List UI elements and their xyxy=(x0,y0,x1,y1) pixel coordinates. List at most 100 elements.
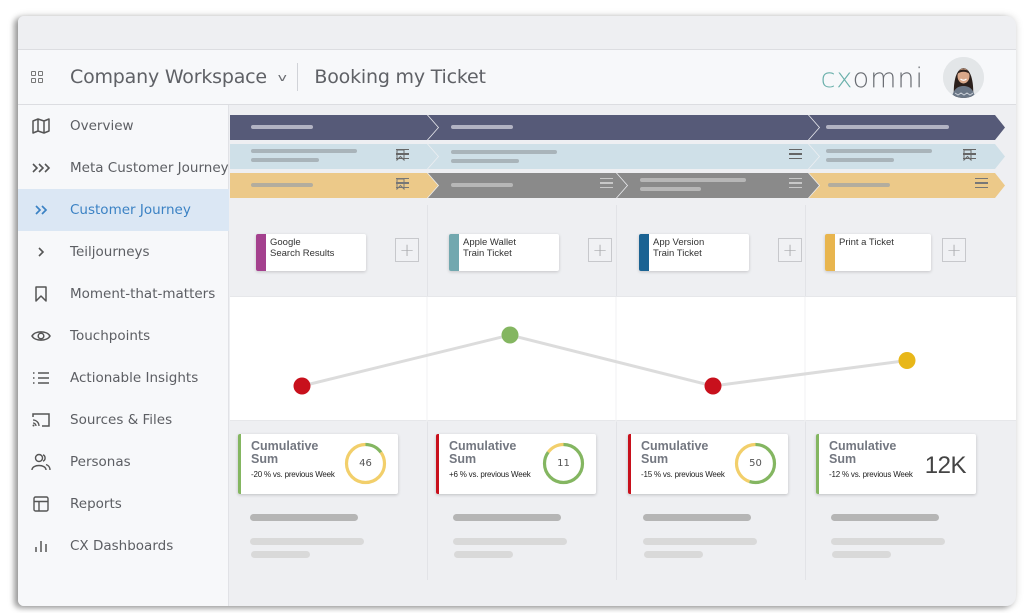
sidebar-item-meta-customer-journey[interactable]: Meta Customer Journey xyxy=(18,147,229,189)
touchpoint-line1: Print a Ticket xyxy=(839,237,894,248)
app-window: Company Workspace v Booking my Ticket cx… xyxy=(18,16,1016,606)
emotion-point-green[interactable] xyxy=(501,326,519,344)
placeholder-text xyxy=(451,150,557,154)
stage-chevrons xyxy=(230,144,1005,169)
bookmark-icon[interactable] xyxy=(396,178,405,190)
journey-canvas: Google Search Results + Apple Wallet Train… xyxy=(230,105,1016,606)
kpi-title-line1: Cumulative xyxy=(251,439,319,453)
bookmark-icon xyxy=(31,284,51,304)
sidebar-item-customer-journey[interactable]: Customer Journey xyxy=(18,189,229,231)
kpi-trend: -20 % vs. previous Week xyxy=(251,470,335,479)
placeholder-text xyxy=(640,178,746,182)
placeholder-text xyxy=(640,187,701,191)
kpi-trend: -15 % vs. previous Week xyxy=(641,470,725,479)
sidebar-item-cx-dashboards[interactable]: CX Dashboards xyxy=(18,525,229,567)
kpi-title-line1: Cumulative xyxy=(829,439,897,453)
chevron-down-icon[interactable]: v xyxy=(278,71,287,84)
skeleton-line xyxy=(832,551,891,558)
stage-actions xyxy=(396,149,409,161)
sidebar-item-label: Touchpoints xyxy=(70,328,151,344)
sidebar-item-label: Reports xyxy=(70,496,122,512)
kpi-title: Cumulative Sum xyxy=(251,440,318,465)
app-header: Company Workspace v Booking my Ticket cx… xyxy=(18,50,1016,105)
kpi-value: 11 xyxy=(557,458,570,469)
sidebar-nav: Overview Meta Customer Journey Customer … xyxy=(18,105,229,606)
app-grid-icon[interactable] xyxy=(31,69,47,85)
sidebar-item-label: Sources & Files xyxy=(70,412,173,428)
stage-segment[interactable] xyxy=(428,144,819,169)
workspace-selector[interactable]: Company Workspace xyxy=(70,66,267,88)
sidebar-item-overview[interactable]: Overview xyxy=(18,105,229,147)
sidebar-item-reports[interactable]: Reports xyxy=(18,483,229,525)
placeholder-text xyxy=(451,183,513,187)
kpi-value: 46 xyxy=(359,458,372,469)
add-touchpoint-button[interactable]: + xyxy=(395,238,419,262)
triple-chevron-icon xyxy=(31,158,51,178)
sidebar-item-label: Personas xyxy=(70,454,131,470)
bookmark-icon[interactable] xyxy=(963,149,972,161)
header-divider xyxy=(297,63,299,91)
users-icon xyxy=(31,452,51,472)
sidebar-item-touchpoints[interactable]: Touchpoints xyxy=(18,315,229,357)
touchpoint-line1: App Version xyxy=(653,237,705,248)
placeholder-text xyxy=(826,158,894,162)
skeleton-line xyxy=(453,514,561,521)
line-chart-svg xyxy=(293,297,916,422)
sidebar-item-actionable-insights[interactable]: Actionable Insights xyxy=(18,357,229,399)
chevron-right-icon xyxy=(31,242,51,262)
add-touchpoint-button[interactable]: + xyxy=(778,238,802,262)
touchpoint-card[interactable]: Apple Wallet Train Ticket xyxy=(449,234,559,271)
touchpoint-card[interactable]: Google Search Results xyxy=(256,234,366,271)
touchpoint-line2: Search Results xyxy=(270,248,335,259)
kpi-title-line1: Cumulative xyxy=(641,439,709,453)
eye-icon xyxy=(31,326,51,346)
kpi-title-line2: Sum xyxy=(641,451,669,466)
placeholder-text xyxy=(451,125,513,129)
touchpoint-label: App Version Train Ticket xyxy=(653,237,704,259)
kpi-title-line1: Cumulative xyxy=(449,439,517,453)
menu-icon[interactable] xyxy=(975,178,988,188)
touchpoint-card[interactable]: Print a Ticket xyxy=(825,234,931,271)
kpi-status-strip xyxy=(816,434,819,494)
touchpoint-line2: Train Ticket xyxy=(463,248,512,259)
kpi-title: Cumulative Sum xyxy=(641,440,708,465)
touchpoint-label: Google Search Results xyxy=(270,237,334,259)
skeleton-line xyxy=(250,514,358,521)
touchpoint-color xyxy=(825,234,835,271)
sidebar-item-label: Overview xyxy=(70,118,134,134)
skeleton-line xyxy=(453,538,567,545)
sidebar-item-personas[interactable]: Personas xyxy=(18,441,229,483)
user-avatar[interactable] xyxy=(943,57,984,98)
placeholder-text xyxy=(826,125,949,129)
placeholder-text xyxy=(826,149,932,153)
kpi-status-strip xyxy=(238,434,241,494)
kpi-card[interactable]: Cumulative Sum -20 % vs. previous Week 46 xyxy=(238,434,398,494)
touchpoint-card[interactable]: App Version Train Ticket xyxy=(639,234,749,271)
menu-icon[interactable] xyxy=(789,178,802,188)
placeholder-text xyxy=(828,183,890,187)
sidebar-item-teiljourneys[interactable]: Teiljourneys xyxy=(18,231,229,273)
menu-icon[interactable] xyxy=(789,149,802,159)
emotion-point-red[interactable] xyxy=(704,377,722,395)
touchpoint-color xyxy=(449,234,459,271)
sidebar-item-label: Teiljourneys xyxy=(70,244,150,260)
kpi-card[interactable]: Cumulative Sum -15 % vs. previous Week 50 xyxy=(628,434,788,494)
add-touchpoint-button[interactable]: + xyxy=(942,238,966,262)
kpi-title: Cumulative Sum xyxy=(449,440,516,465)
kpi-card[interactable]: Cumulative Sum -12 % vs. previous Week 12… xyxy=(816,434,976,494)
step-actions xyxy=(789,178,802,188)
add-touchpoint-button[interactable]: + xyxy=(588,238,612,262)
sidebar-item-sources-files[interactable]: Sources & Files xyxy=(18,399,229,441)
skeleton-line xyxy=(643,538,757,545)
emotion-point-yellow[interactable] xyxy=(898,352,916,369)
step-lane xyxy=(230,173,1005,198)
bookmark-icon[interactable] xyxy=(396,149,405,161)
menu-icon[interactable] xyxy=(600,178,613,188)
logo-prefix: cx xyxy=(820,63,853,94)
kpi-card[interactable]: Cumulative Sum +6 % vs. previous Week 11 xyxy=(436,434,596,494)
step-actions xyxy=(600,178,613,188)
kpi-title: Cumulative Sum xyxy=(829,440,896,465)
sidebar-item-moment-that-matters[interactable]: Moment-that-matters xyxy=(18,273,229,315)
stage-lane xyxy=(230,144,1005,169)
emotion-point-red[interactable] xyxy=(293,377,311,395)
